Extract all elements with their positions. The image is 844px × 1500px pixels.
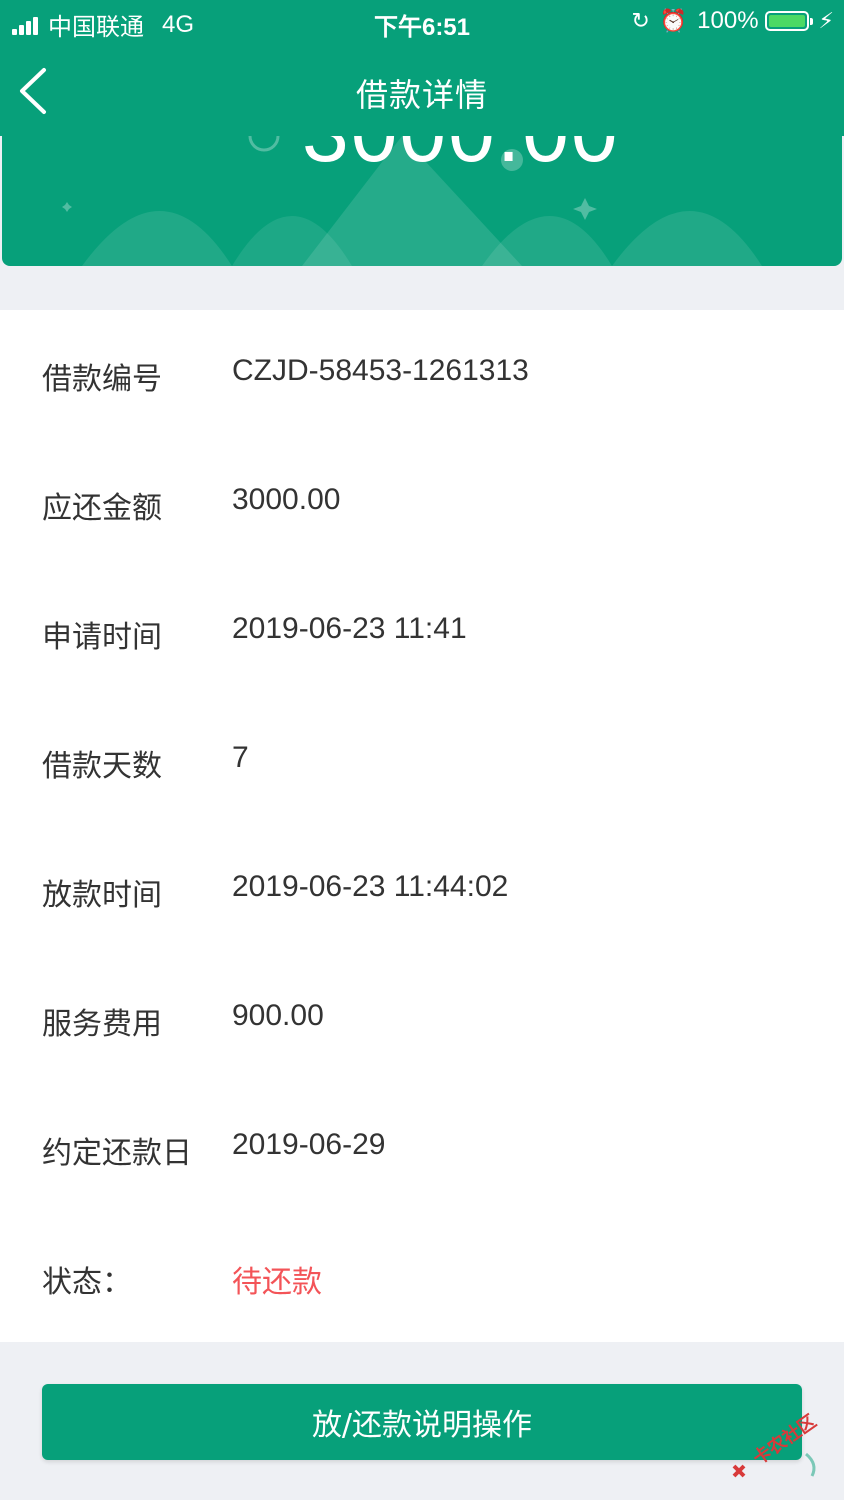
hero-banner: 3000.00: [2, 136, 842, 266]
detail-row-amount-due: 应还金额 3000.00: [0, 439, 844, 568]
rotation-lock-icon: ↻: [631, 8, 650, 33]
status-right: ↻ ⏰ 100% ⚡: [631, 7, 834, 35]
detail-row-due-date: 约定还款日 2019-06-29: [0, 1084, 844, 1213]
detail-label: 状态：: [42, 1265, 132, 1300]
nav-bar: 借款详情: [0, 44, 844, 136]
detail-label: 借款编号: [42, 362, 162, 397]
repayment-instructions-button[interactable]: 放/还款说明操作: [42, 1384, 802, 1460]
status-badge: 待还款: [232, 1265, 322, 1300]
watermark: 卡农社区: [726, 1404, 836, 1484]
detail-value: 2019-06-29: [232, 1128, 386, 1161]
hero-amount: 3000.00: [302, 136, 620, 181]
detail-label: 申请时间: [42, 620, 162, 655]
detail-value: 2019-06-23 11:44:02: [232, 870, 509, 903]
battery-icon: [764, 11, 813, 31]
charging-icon: ⚡: [818, 8, 834, 33]
detail-value: 900.00: [232, 999, 324, 1032]
detail-label: 约定还款日: [42, 1136, 192, 1171]
detail-row-status: 状态： 待还款: [0, 1213, 844, 1342]
page-title: 借款详情: [355, 76, 488, 114]
detail-row-service-fee: 服务费用 900.00: [0, 955, 844, 1084]
detail-row-loan-days: 借款天数 7: [0, 697, 844, 826]
loan-details: 借款编号 CZJD-58453-1261313 应还金额 3000.00 申请时…: [0, 310, 844, 1342]
detail-label: 借款天数: [42, 749, 162, 784]
status-bar: 中国联通 4G 下午6:51 ↻ ⏰ 100% ⚡: [0, 0, 844, 44]
detail-label: 应还金额: [42, 491, 162, 526]
detail-row-disburse-time: 放款时间 2019-06-23 11:44:02: [0, 826, 844, 955]
detail-label: 服务费用: [42, 1007, 162, 1042]
detail-label: 放款时间: [42, 878, 162, 913]
battery-percent: 100%: [697, 7, 759, 34]
detail-value: 3000.00: [232, 483, 341, 516]
detail-row-apply-time: 申请时间 2019-06-23 11:41: [0, 568, 844, 697]
detail-value: 7: [232, 741, 249, 774]
detail-value: 2019-06-23 11:41: [232, 612, 467, 645]
alarm-icon: ⏰: [659, 8, 688, 33]
detail-value: CZJD-58453-1261313: [232, 354, 529, 387]
detail-row-loan-number: 借款编号 CZJD-58453-1261313: [0, 310, 844, 439]
